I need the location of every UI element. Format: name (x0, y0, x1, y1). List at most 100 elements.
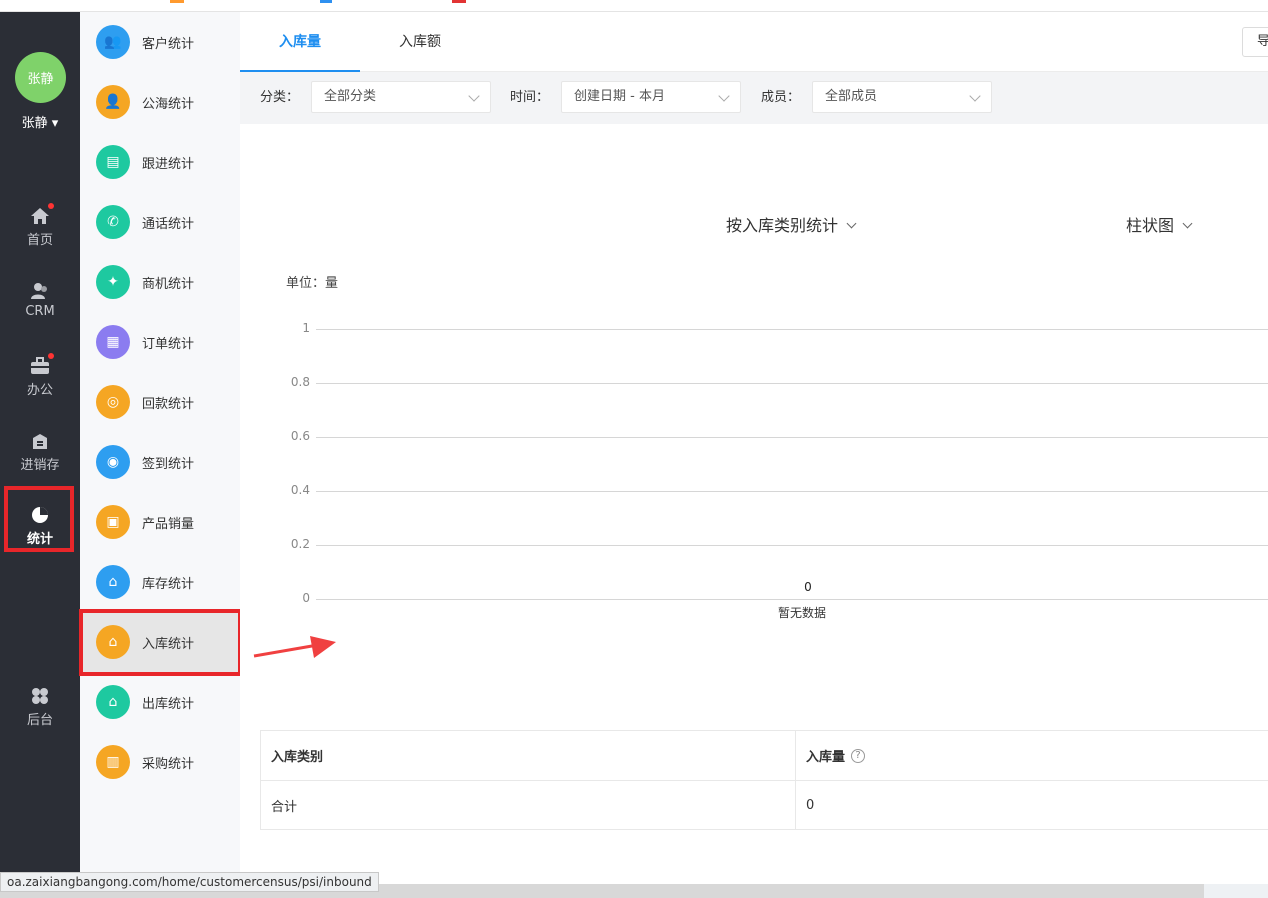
notification-dot (48, 353, 54, 359)
customers-icon: 👥 (96, 25, 130, 59)
user-menu[interactable]: 张静 ▾ (0, 112, 80, 131)
subnav-checkin-stats[interactable]: ◉ 签到统计 (80, 432, 240, 492)
y-tick-label: 0.6 (290, 429, 310, 443)
subnav-outbound-stats[interactable]: ⌂ 出库统计 (80, 672, 240, 732)
nav-office[interactable]: 办公 (0, 353, 80, 398)
nav-admin-label: 后台 (26, 713, 53, 728)
y-tick-label: 0 (302, 591, 310, 605)
member-select[interactable]: 全部成员 (812, 81, 992, 113)
people-icon (31, 283, 47, 299)
browser-top-strip (0, 0, 1268, 12)
lightbulb-icon: ✦ (96, 265, 130, 299)
chevron-down-icon (969, 90, 981, 102)
member-select-value: 全部成员 (825, 89, 878, 104)
y-tick-label: 0.8 (290, 375, 310, 389)
nav-crm[interactable]: CRM (0, 282, 80, 319)
subnav-label: 公海统计 (142, 96, 195, 112)
bar-data-label: 0 (804, 580, 812, 594)
subnav-label: 采购统计 (142, 756, 195, 772)
column-header-qty-label: 入库量 (806, 750, 846, 765)
box-icon: ▣ (96, 505, 130, 539)
tab-inbound-qty[interactable]: 入库量 (240, 12, 360, 72)
highlight-box-stats (4, 486, 74, 552)
nav-admin[interactable]: 后台 (0, 687, 80, 728)
nav-office-label: 办公 (26, 383, 53, 398)
subnav-label: 出库统计 (142, 696, 195, 712)
subnav-inventory-stats[interactable]: ⌂ 库存统计 (80, 552, 240, 612)
category-select-value: 全部分类 (324, 89, 377, 104)
nav-psi[interactable]: 进销存 (0, 432, 80, 473)
gridline (316, 491, 1268, 492)
group-by-dropdown[interactable]: 按入库类别统计 (726, 212, 857, 236)
payment-icon: ◎ (96, 385, 130, 419)
filter-bar: 分类： 全部分类 时间： 创建日期 - 本月 成员： 全部成员 (240, 72, 1268, 124)
highlight-box-inbound (79, 609, 242, 676)
time-select-value: 创建日期 - 本月 (574, 89, 665, 104)
chart-type-value: 柱状图 (1126, 216, 1175, 235)
warehouse-icon (33, 434, 47, 449)
chevron-down-icon (846, 218, 857, 229)
subnav-payment-stats[interactable]: ◎ 回款统计 (80, 372, 240, 432)
group-by-value: 按入库类别统计 (726, 216, 839, 235)
subnav-purchase-stats[interactable]: ▥ 采购统计 (80, 732, 240, 792)
status-url-bar: oa.zaixiangbangong.com/home/customercens… (0, 872, 379, 892)
time-filter-label: 时间： (510, 90, 550, 105)
subnav-product-sales[interactable]: ▣ 产品销量 (80, 492, 240, 552)
y-axis-unit-label: 单位：量 (286, 276, 339, 291)
tab-inbound-amount[interactable]: 入库额 (360, 12, 480, 72)
subnav-customer-stats[interactable]: 👥 客户统计 (80, 12, 240, 72)
y-tick-label: 1 (302, 321, 310, 335)
outbound-icon: ⌂ (96, 685, 130, 719)
location-pin-icon: ◉ (96, 445, 130, 479)
member-filter-label: 成员： (761, 90, 801, 105)
subnav-label: 订单统计 (142, 336, 195, 352)
chevron-down-icon (1182, 218, 1193, 229)
subnav-order-stats[interactable]: ▦ 订单统计 (80, 312, 240, 372)
order-icon: ▦ (96, 325, 130, 359)
subnav-label: 签到统计 (142, 456, 195, 472)
main-content: 入库量 入库额 导 分类： 全部分类 时间： 创建日期 - 本月 成员： 全部成… (240, 12, 1268, 886)
time-select[interactable]: 创建日期 - 本月 (561, 81, 741, 113)
inventory-icon: ⌂ (96, 565, 130, 599)
clipboard-icon: ▥ (96, 745, 130, 779)
top-accent-2 (320, 0, 332, 3)
nav-home-label: 首页 (26, 233, 53, 248)
home-icon (31, 208, 49, 224)
briefcase-icon (31, 357, 49, 374)
subnav-label: 客户统计 (142, 36, 195, 52)
column-header-qty: 入库量 ? (796, 731, 866, 780)
category-select[interactable]: 全部分类 (311, 81, 491, 113)
subnav-pool-stats[interactable]: 👤 公海统计 (80, 72, 240, 132)
help-icon[interactable]: ? (851, 748, 866, 763)
red-arrow-annotation (253, 636, 336, 658)
subnav-label: 库存统计 (142, 576, 195, 592)
table-row: 合计 0 (261, 781, 1268, 829)
stats-sidebar: 👥 客户统计 👤 公海统计 ▤ 跟进统计 ✆ 通话统计 ✦ 商机统计 ▦ 订单统… (80, 12, 240, 886)
avatar[interactable]: 张静 (15, 52, 66, 103)
gridline (316, 599, 1268, 600)
chevron-down-icon (718, 90, 730, 102)
chart-type-dropdown[interactable]: 柱状图 (1126, 212, 1193, 236)
top-accent-1 (170, 0, 184, 3)
column-header-category: 入库类别 (261, 731, 796, 780)
subnav-label: 商机统计 (142, 276, 195, 292)
subnav-opportunity-stats[interactable]: ✦ 商机统计 (80, 252, 240, 312)
nav-psi-label: 进销存 (20, 458, 60, 473)
category-filter-label: 分类： (260, 90, 300, 105)
tab-bar: 入库量 入库额 导 (240, 12, 1268, 72)
export-button[interactable]: 导 (1242, 27, 1268, 57)
y-tick-label: 0.2 (290, 537, 310, 551)
table-header-row: 入库类别 入库量 ? (261, 731, 1268, 781)
top-accent-3 (452, 0, 466, 3)
gridline (316, 383, 1268, 384)
subnav-followup-stats[interactable]: ▤ 跟进统计 (80, 132, 240, 192)
gridline (316, 329, 1268, 330)
chevron-down-icon (468, 90, 480, 102)
gridline (316, 545, 1268, 546)
subnav-call-stats[interactable]: ✆ 通话统计 (80, 192, 240, 252)
person-icon: 👤 (96, 85, 130, 119)
primary-sidebar: 张静 张静 ▾ 首页 CRM 办公 进销存 统计 后台 (0, 12, 80, 898)
nav-home[interactable]: 首页 (0, 203, 80, 248)
subnav-label: 回款统计 (142, 396, 195, 412)
x-category-label: 暂无数据 (778, 606, 827, 620)
